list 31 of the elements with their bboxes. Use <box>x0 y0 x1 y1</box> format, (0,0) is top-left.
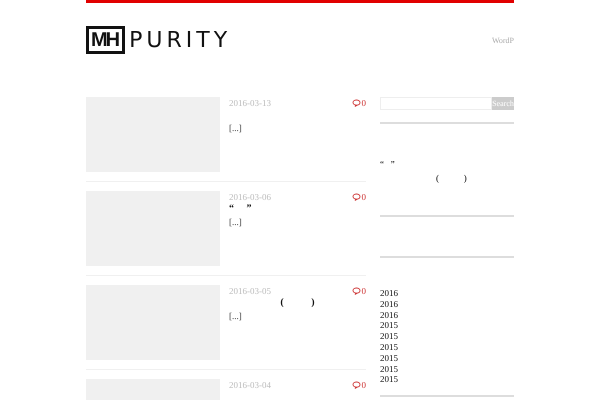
comment-icon <box>352 287 360 295</box>
comment-count[interactable]: 0 <box>362 285 366 297</box>
archive-link[interactable]: 2015 <box>380 374 514 386</box>
recent-post-link[interactable]: ( ) <box>436 173 467 183</box>
logo-text[interactable]: PURITY <box>129 28 232 52</box>
post-date: 2016-03-04 <box>229 379 271 391</box>
archive-link[interactable]: 2015 <box>380 352 514 364</box>
archive-link[interactable]: 2016 <box>380 298 514 310</box>
post-title[interactable]: ( ) <box>280 297 315 308</box>
logo-mark[interactable]: MH <box>86 26 126 54</box>
archive-link[interactable]: 2016 <box>380 310 514 320</box>
archive-link[interactable]: 2016 <box>380 288 514 299</box>
archive-link[interactable]: 2015 <box>380 331 514 342</box>
post-excerpt: [...] <box>229 123 242 133</box>
comment-count[interactable]: 0 <box>362 191 366 203</box>
archive-link[interactable]: 2015 <box>380 320 514 332</box>
post-excerpt: [...] <box>229 217 242 227</box>
comment-icon <box>352 99 360 107</box>
recent-post-link[interactable]: “ ” <box>380 159 395 169</box>
post-date: 2016-03-06 <box>229 191 271 203</box>
post-date: 2016-03-05 <box>229 285 271 297</box>
post-title[interactable]: “ ” <box>229 203 252 214</box>
post-excerpt: [...] <box>229 311 242 321</box>
search-field[interactable] <box>380 97 492 110</box>
archive-link[interactable]: 2015 <box>380 342 514 353</box>
comment-count[interactable]: 0 <box>362 97 366 109</box>
post-date: 2016-03-13 <box>229 97 271 109</box>
comment-count[interactable]: 0 <box>362 379 366 391</box>
comment-icon <box>352 381 360 389</box>
comment-icon <box>352 193 360 201</box>
archive-link[interactable]: 2015 <box>380 364 514 374</box>
